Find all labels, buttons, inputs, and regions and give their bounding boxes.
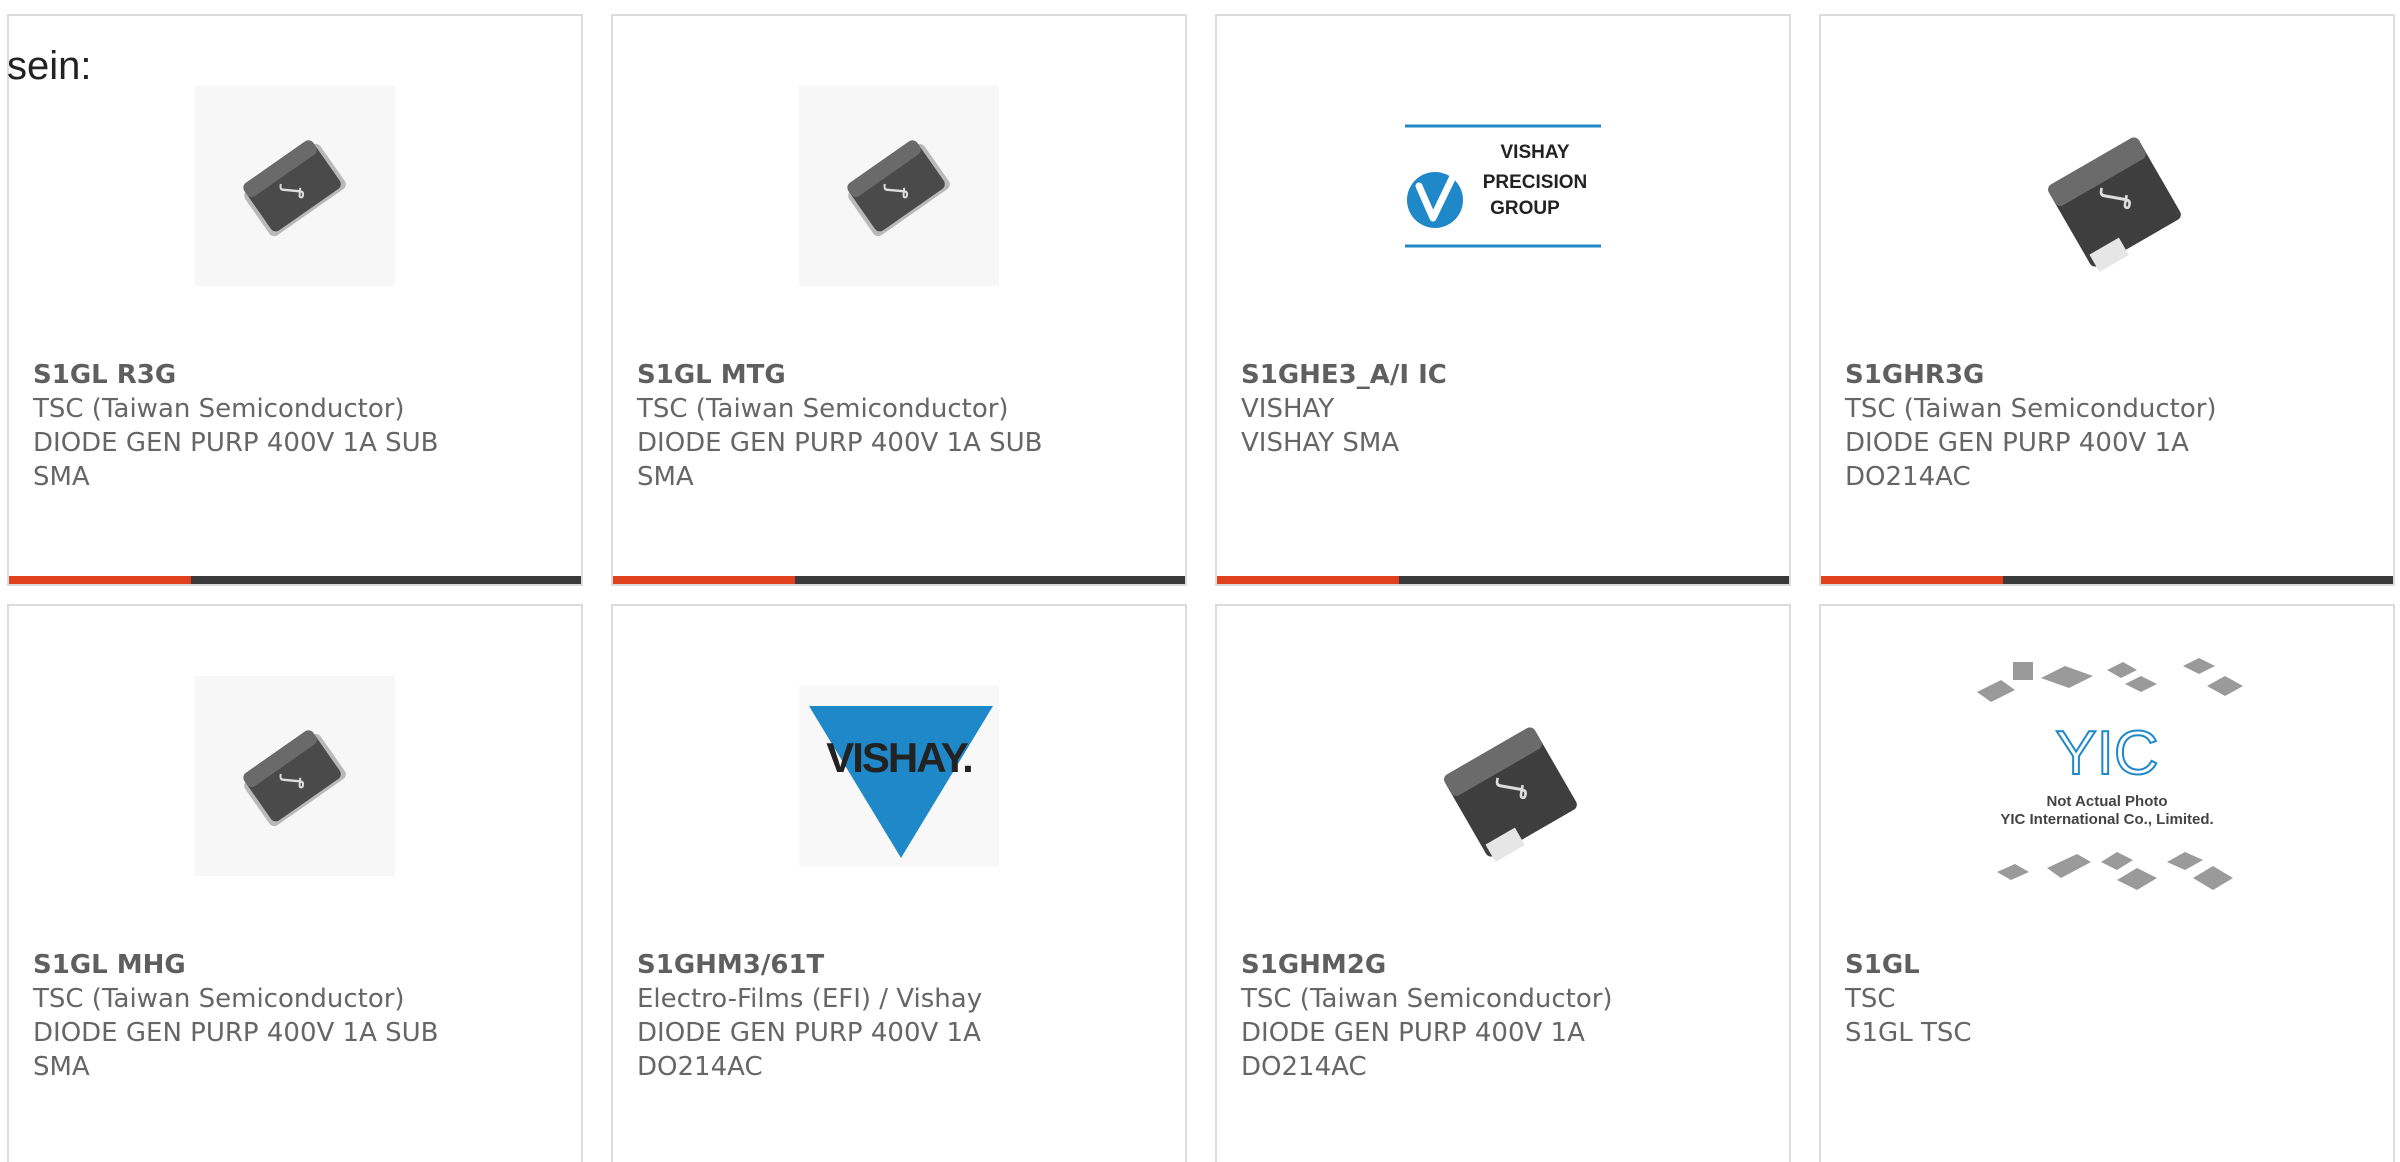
part-number[interactable]: S1GHE3_A/I IC xyxy=(1241,358,1765,392)
product-card[interactable]: ʆ S1GHM2G TSC (Taiwan Semiconductor) DIO… xyxy=(1215,604,1791,1162)
card-bottom-bar xyxy=(1821,576,2393,584)
product-info: S1GL R3G TSC (Taiwan Semiconductor) DIOD… xyxy=(33,358,557,494)
product-info: S1GL TSC S1GL TSC xyxy=(1845,948,2369,1050)
manufacturer: VISHAY xyxy=(1241,394,1335,424)
sma-diode-package-icon: ʆ xyxy=(195,86,395,286)
card-accent-bar xyxy=(613,576,795,584)
part-number[interactable]: S1GHM2G xyxy=(1241,948,1765,982)
sma-diode-package-icon: ʆ xyxy=(799,86,999,286)
product-image: ʆ xyxy=(9,666,581,886)
logo-text: Not Actual Photo xyxy=(2046,793,2167,810)
do214ac-diode-package-icon: ʆ xyxy=(2048,137,2181,272)
description: DIODE GEN PURP 400V 1A xyxy=(1845,428,2189,458)
part-number[interactable]: S1GHM3/61T xyxy=(637,948,1161,982)
product-grid-page: sein: ʆ S1GL R3G TSC (Taiwan Semiconduct… xyxy=(0,0,2400,1162)
product-info: S1GL MHG TSC (Taiwan Semiconductor) DIOD… xyxy=(33,948,557,1084)
product-card[interactable]: VISHAY PRECISION GROUP S1GHE3_A/I IC VIS… xyxy=(1215,14,1791,586)
product-card[interactable]: ʆ S1GL MHG TSC (Taiwan Semiconductor) DI… xyxy=(7,604,583,1162)
vishay-logo: VISHAY. xyxy=(799,686,999,866)
logo-text: VISHAY xyxy=(1501,142,1570,163)
product-info: S1GHR3G TSC (Taiwan Semiconductor) DIODE… xyxy=(1845,358,2369,494)
manufacturer: TSC (Taiwan Semiconductor) xyxy=(1241,984,1613,1014)
logo-text: YIC International Co., Limited. xyxy=(2000,811,2213,828)
part-number[interactable]: S1GHR3G xyxy=(1845,358,2369,392)
product-info: S1GHM3/61T Electro-Films (EFI) / Vishay … xyxy=(637,948,1161,1084)
description: DIODE GEN PURP 400V 1A SUB xyxy=(637,428,1043,458)
yic-not-actual-photo-placeholder: YIC Not Actual Photo YIC International C… xyxy=(1977,658,2243,890)
description: DO214AC xyxy=(637,1052,763,1082)
description: SMA xyxy=(637,462,694,492)
product-info: S1GL MTG TSC (Taiwan Semiconductor) DIOD… xyxy=(637,358,1161,494)
card-accent-bar xyxy=(1821,576,2003,584)
product-image: ʆ xyxy=(1821,76,2393,296)
product-card[interactable]: VISHAY. S1GHM3/61T Electro-Films (EFI) /… xyxy=(611,604,1187,1162)
product-image: VISHAY PRECISION GROUP xyxy=(1217,76,1789,296)
manufacturer: TSC (Taiwan Semiconductor) xyxy=(33,394,405,424)
card-bottom-bar xyxy=(613,576,1185,584)
description: SMA xyxy=(33,1052,90,1082)
product-card[interactable]: ʆ S1GL MTG TSC (Taiwan Semiconductor) DI… xyxy=(611,14,1187,586)
logo-text: YIC xyxy=(2055,719,2158,788)
vishay-precision-group-logo: VISHAY PRECISION GROUP xyxy=(1405,124,1601,248)
description: DO214AC xyxy=(1241,1052,1367,1082)
product-image: ʆ xyxy=(1217,666,1789,886)
product-image: YIC Not Actual Photo YIC International C… xyxy=(1821,658,2393,890)
card-accent-bar xyxy=(9,576,191,584)
logo-text: GROUP xyxy=(1490,198,1560,219)
card-bottom-bar xyxy=(9,576,581,584)
intro-text: sein: xyxy=(7,44,92,88)
description: DO214AC xyxy=(1845,462,1971,492)
sma-diode-package-icon: ʆ xyxy=(195,676,395,876)
description: DIODE GEN PURP 400V 1A xyxy=(637,1018,981,1048)
card-accent-bar xyxy=(1217,576,1399,584)
description: S1GL TSC xyxy=(1845,1018,1972,1048)
product-card[interactable]: YIC Not Actual Photo YIC International C… xyxy=(1819,604,2395,1162)
manufacturer: TSC xyxy=(1845,984,1896,1014)
manufacturer: Electro-Films (EFI) / Vishay xyxy=(637,984,983,1014)
product-info: S1GHE3_A/I IC VISHAY VISHAY SMA xyxy=(1241,358,1765,460)
part-number[interactable]: S1GL MTG xyxy=(637,358,1161,392)
manufacturer: TSC (Taiwan Semiconductor) xyxy=(1845,394,2217,424)
description: DIODE GEN PURP 400V 1A xyxy=(1241,1018,1585,1048)
description: VISHAY SMA xyxy=(1241,428,1400,458)
product-card[interactable]: ʆ S1GL R3G TSC (Taiwan Semiconductor) DI… xyxy=(7,14,583,586)
do214ac-diode-package-icon: ʆ xyxy=(1444,727,1577,862)
product-info: S1GHM2G TSC (Taiwan Semiconductor) DIODE… xyxy=(1241,948,1765,1084)
manufacturer: TSC (Taiwan Semiconductor) xyxy=(637,394,1009,424)
logo-text: PRECISION xyxy=(1483,172,1588,193)
description: DIODE GEN PURP 400V 1A SUB xyxy=(33,428,439,458)
manufacturer: TSC (Taiwan Semiconductor) xyxy=(33,984,405,1014)
part-number[interactable]: S1GL xyxy=(1845,948,2369,982)
logo-text: VISHAY. xyxy=(826,734,972,781)
product-image: ʆ xyxy=(613,76,1185,296)
description: SMA xyxy=(33,462,90,492)
product-image: VISHAY. xyxy=(613,666,1185,886)
product-image: ʆ xyxy=(9,76,581,296)
part-number[interactable]: S1GL R3G xyxy=(33,358,557,392)
product-card[interactable]: ʆ S1GHR3G TSC (Taiwan Semiconductor) DIO… xyxy=(1819,14,2395,586)
description: DIODE GEN PURP 400V 1A SUB xyxy=(33,1018,439,1048)
card-bottom-bar xyxy=(1217,576,1789,584)
part-number[interactable]: S1GL MHG xyxy=(33,948,557,982)
